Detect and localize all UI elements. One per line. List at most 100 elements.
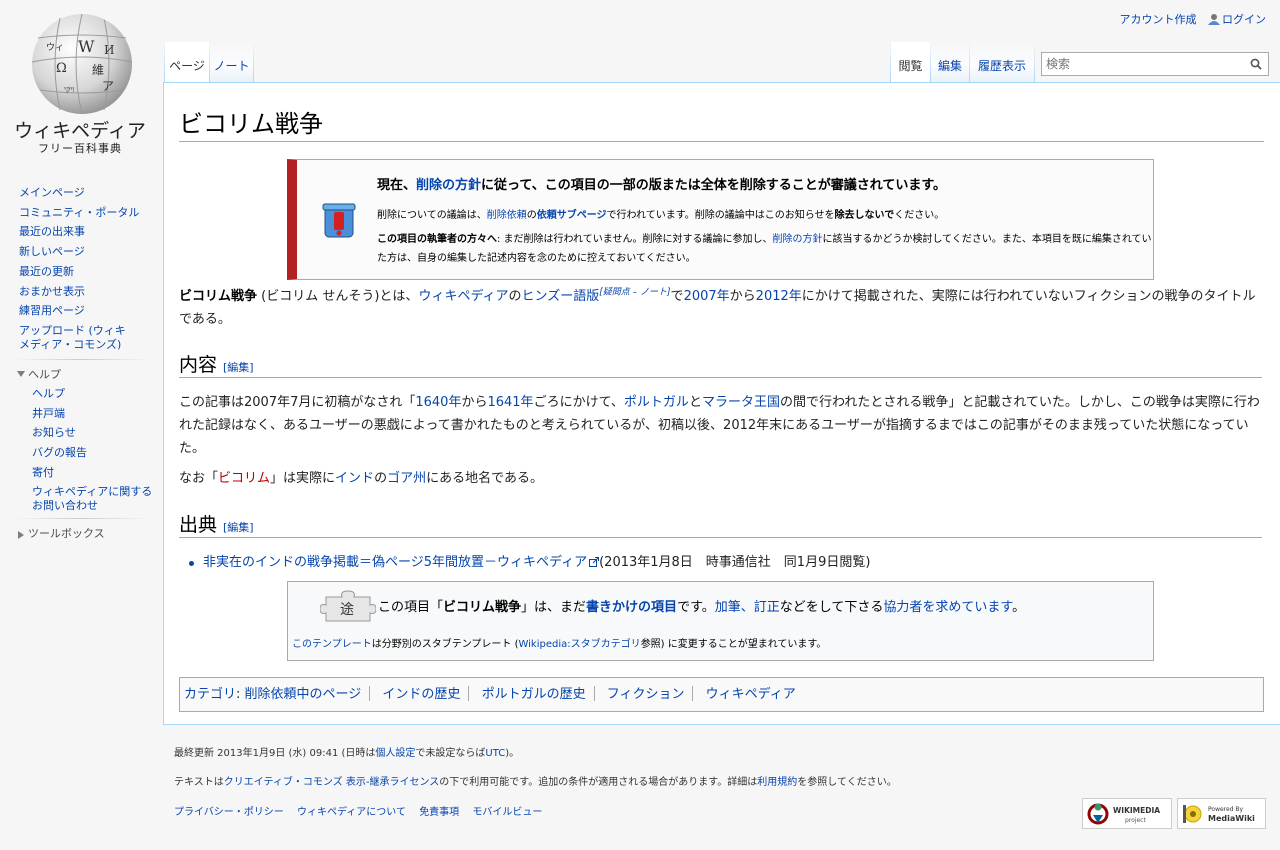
- trash-can-icon: [322, 203, 356, 238]
- edit-section-link[interactable]: [編集]: [223, 361, 254, 374]
- tab-page-label: ページ: [169, 59, 205, 73]
- request-subpage-link[interactable]: 依頼サブページ: [537, 210, 607, 221]
- edit-help-link[interactable]: 加筆、訂正: [715, 600, 780, 615]
- tab-talk[interactable]: ノート: [210, 42, 253, 82]
- category-link[interactable]: ポルトガルの歴史: [482, 687, 586, 702]
- wikimedia-logo-icon: WIKIMEDIA project: [1087, 803, 1160, 825]
- content-paragraph-1: この記事は2007年7月に初稿がなされ「1640年から1641年ごろにかけて、ポ…: [179, 395, 1260, 456]
- sidebar-item-recent-changes[interactable]: 最近の更新: [19, 265, 74, 278]
- svg-text:維: 維: [92, 63, 104, 77]
- mobile-view-link[interactable]: モバイルビュー: [472, 807, 542, 818]
- sidebar-item-bug-report[interactable]: バグの報告: [32, 446, 87, 459]
- svg-text:Powered By: Powered By: [1208, 806, 1244, 813]
- privacy-policy-link[interactable]: プライバシー・ポリシー: [174, 807, 284, 818]
- sidebar-item-announcements[interactable]: お知らせ: [32, 426, 76, 439]
- page-title: ビコリム戦争: [179, 110, 323, 138]
- section-heading-sources: 出典 [編集]: [179, 514, 254, 536]
- link-1641[interactable]: 1641年: [487, 395, 533, 410]
- link-india[interactable]: インド: [335, 471, 374, 486]
- category-link[interactable]: インドの歴史: [382, 687, 460, 702]
- tab-history[interactable]: 履歴表示: [970, 42, 1034, 82]
- deletion-notice: 現在、削除の方針に従って、この項目の一部の版または全体を削除することが審議されて…: [287, 159, 1154, 280]
- deletion-policy-link-2[interactable]: 削除の方針: [772, 234, 822, 245]
- wikimedia-badge[interactable]: WIKIMEDIA project: [1082, 798, 1172, 829]
- puzzle-globe-icon: W Ω 維 И ア ויקי ウィ: [31, 12, 134, 115]
- chevron-right-icon: [18, 531, 24, 540]
- link-maratha[interactable]: マラータ王国: [702, 395, 780, 410]
- sidebar-item-new-pages[interactable]: 新しいページ: [19, 245, 85, 258]
- search-box: [1041, 52, 1269, 76]
- sidebar-item-current-events[interactable]: 最近の出来事: [19, 225, 85, 238]
- tab-edit[interactable]: 編集: [931, 42, 969, 82]
- svg-text:project: project: [1125, 817, 1146, 824]
- link-goa[interactable]: ゴア州: [387, 471, 426, 486]
- login-link[interactable]: ログイン: [1222, 13, 1266, 26]
- contributors-link[interactable]: 協力者を求めています: [883, 600, 1012, 615]
- disclaimer-link[interactable]: 免責事項: [419, 807, 459, 818]
- edit-section-link[interactable]: [編集]: [223, 521, 254, 534]
- content-area: ビコリム戦争 現在、削除の方針に従って、この項目の一部の版または全体を削除するこ…: [163, 82, 1280, 725]
- category-link[interactable]: ウィキペディア: [706, 687, 796, 702]
- utc-link[interactable]: UTC: [485, 748, 505, 759]
- sidebar-divider: [14, 358, 150, 360]
- deletion-policy-link[interactable]: 削除の方針: [416, 178, 481, 193]
- sidebar-item-donate[interactable]: 寄付: [32, 466, 54, 479]
- dubious-link[interactable]: [疑問点 – ノート]: [599, 288, 670, 298]
- stub-template-note: このテンプレートは分野別のスタブテンプレート (Wikipedia:スタブカテゴ…: [292, 639, 827, 650]
- sidebar-item-main-page[interactable]: メインページ: [19, 186, 85, 199]
- notice-headline: 現在、削除の方針に従って、この項目の一部の版または全体を削除することが審議されて…: [377, 178, 947, 193]
- category-link[interactable]: 削除依頼中のページ: [245, 687, 362, 702]
- wikipedia-logo[interactable]: W Ω 維 И ア ויקי ウィ ウィキペディア フリー百科事典: [0, 0, 160, 160]
- tab-page[interactable]: ページ: [165, 42, 209, 82]
- sidebar-help-heading[interactable]: ヘルプ: [0, 366, 160, 384]
- link-hindi-wikipedia[interactable]: ヒンズー語版: [522, 289, 600, 304]
- tab-read[interactable]: 閲覧: [891, 42, 930, 82]
- category-links: カテゴリ: 削除依頼中のページ インドの歴史 ポルトガルの歴史 フィクション ウ…: [179, 677, 1264, 712]
- sidebar-item-contact[interactable]: ウィキペディアに関するお問い合わせ: [32, 485, 152, 512]
- sidebar: メインページ コミュニティ・ポータル 最近の出来事 新しいページ 最近の更新 お…: [0, 183, 160, 543]
- search-icon[interactable]: [1250, 58, 1262, 70]
- preferences-link[interactable]: 個人設定: [375, 748, 415, 759]
- reference-link[interactable]: 非実在のインドの戦争掲載＝偽ページ5年間放置－ウィキペディア: [203, 555, 587, 570]
- intro-paragraph: ビコリム戦争 (ビコリム せんそう)とは、ウィキペディアのヒンズー語版[疑問点 …: [179, 287, 1256, 327]
- license-link[interactable]: クリエイティブ・コモンズ 表示-継承ライセンス: [224, 777, 440, 788]
- stub-category-link[interactable]: Wikipedia:スタブカテゴリ: [518, 639, 640, 650]
- stub-link[interactable]: 書きかけの項目: [586, 600, 677, 615]
- svg-text:ア: ア: [102, 79, 114, 93]
- footer-links: プライバシー・ポリシー ウィキペディアについて 免責事項 モバイルビュー: [174, 803, 552, 818]
- deletion-request-link[interactable]: 削除依頼: [487, 210, 527, 221]
- sidebar-item-sandbox[interactable]: 練習用ページ: [19, 304, 85, 317]
- sidebar-item-help[interactable]: ヘルプ: [32, 387, 65, 400]
- personal-tools: アカウント作成 ログイン: [1112, 11, 1267, 27]
- notice-line-3: この項目の執筆者の方々へ: まだ削除は行われていません。削除に対する議論に参加し…: [377, 234, 1152, 264]
- categories-label-link[interactable]: カテゴリ: [184, 687, 236, 702]
- section-heading-content: 内容 [編集]: [179, 354, 254, 376]
- logo-wordmark: ウィキペディア: [14, 120, 146, 142]
- svg-text:MediaWiki: MediaWiki: [1208, 814, 1255, 823]
- tab-read-label: 閲覧: [898, 59, 923, 73]
- terms-link[interactable]: 利用規約: [757, 777, 797, 788]
- this-template-link[interactable]: このテンプレート: [292, 639, 372, 650]
- link-bicholim-redlink[interactable]: ビコリム: [218, 471, 270, 486]
- category-link[interactable]: フィクション: [607, 687, 685, 702]
- mediawiki-badge[interactable]: Powered By MediaWiki: [1177, 798, 1266, 829]
- sidebar-item-village-pump[interactable]: 井戸端: [32, 407, 65, 420]
- section-divider: [179, 377, 1262, 378]
- sidebar-toolbox-heading[interactable]: ツールボックス: [0, 525, 160, 543]
- external-link-icon: [589, 557, 600, 567]
- link-2012[interactable]: 2012年: [756, 289, 802, 304]
- link-portugal[interactable]: ポルトガル: [624, 395, 689, 410]
- about-link[interactable]: ウィキペディアについて: [297, 807, 406, 818]
- search-input[interactable]: [1046, 54, 1236, 74]
- create-account-link[interactable]: アカウント作成: [1120, 13, 1197, 26]
- sidebar-item-upload[interactable]: アップロード (ウィキメディア・コモンズ): [19, 324, 126, 351]
- tab-talk-label: ノート: [213, 59, 250, 73]
- link-2007[interactable]: 2007年: [684, 289, 730, 304]
- chevron-down-icon: [17, 370, 25, 377]
- logo-tagline: フリー百科事典: [38, 142, 122, 155]
- link-1640[interactable]: 1640年: [415, 395, 461, 410]
- link-wikipedia[interactable]: ウィキペディア: [418, 289, 508, 304]
- sidebar-item-community-portal[interactable]: コミュニティ・ポータル: [19, 206, 139, 219]
- sidebar-item-random[interactable]: おまかせ表示: [19, 285, 85, 298]
- sidebar-navigation: メインページ コミュニティ・ポータル 最近の出来事 新しいページ 最近の更新 お…: [0, 183, 160, 354]
